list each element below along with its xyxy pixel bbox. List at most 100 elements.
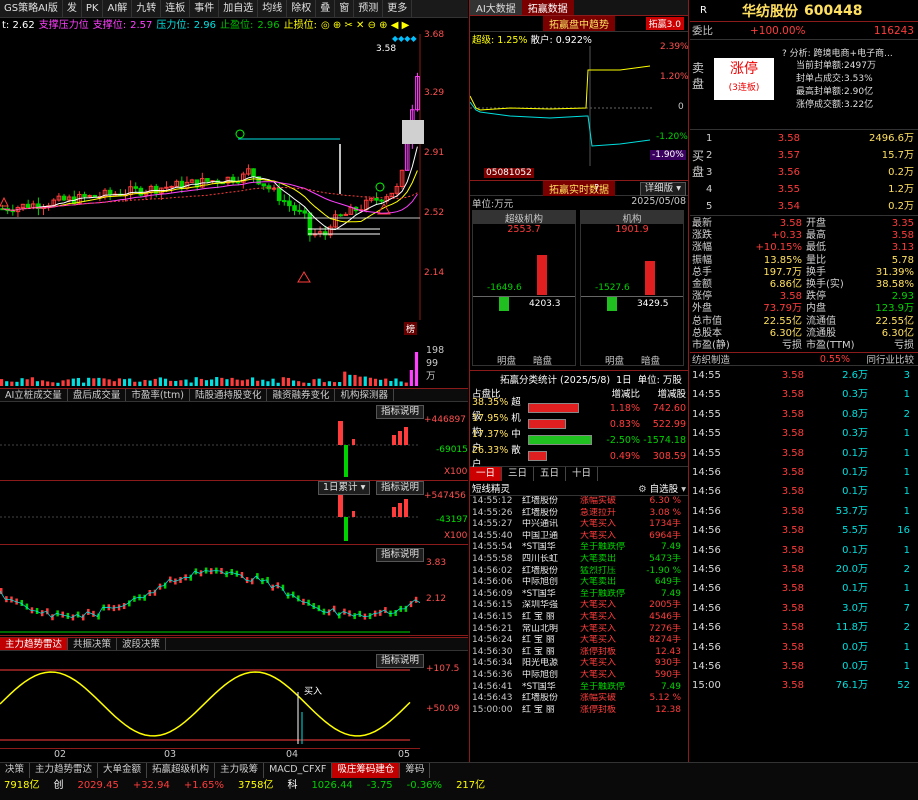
period-tab[interactable]: 三日 [502,467,535,481]
indicator-help-button[interactable]: 指标说明 [376,654,425,668]
indicator-panel-2: 1日累计 ▾ 指标说明 +547456 -43197 X100 [0,481,468,545]
bottom-tab[interactable]: 大单金额 [98,763,148,778]
ticker-row[interactable]: 14:55:58 四川长虹 大笔卖出 5473手 [470,554,688,566]
ticker-row[interactable]: 14:56:24 红 宝 丽 大笔买入 8274手 [470,635,688,647]
toolbar-button[interactable]: 叠 [316,0,336,17]
bottom-tab[interactable]: 筹码 [400,763,431,778]
toolbar-button[interactable]: 除权 [287,0,317,17]
buy-order-row[interactable]: 2 3.57 15.7万 [690,147,918,164]
toolbar-button[interactable]: 预测 [354,0,384,17]
bottom-tab[interactable]: 吸庄筹码建仓 [332,763,401,778]
ticker-stock: *ST国华 [522,588,556,599]
ticker-row[interactable]: 14:56:36 中际旭创 大笔买入 590手 [470,670,688,682]
kline-chart[interactable]: ◆◆◆◆ [0,34,468,320]
period-tab[interactable]: 一日 [470,467,503,481]
buy-orders: 1 3.58 2496.6万 2 3.57 15.7万 3 3.56 0.2万 4 3.55 1.2万… [690,130,918,215]
toolbar-button[interactable]: 加自选 [219,0,259,17]
buy-order-row[interactable]: 5 3.54 0.2万 [690,198,918,215]
radar-tab[interactable]: 波段决策 [117,638,167,650]
dist-title: 拓赢分类统计 (2025/5/8) [500,374,611,386]
buy-order-row[interactable]: 3 3.56 0.2万 [690,164,918,181]
ticker-row[interactable]: 14:56:15 红 宝 丽 大笔买入 4546手 [470,612,688,624]
tick-price: 3.58 [781,447,804,459]
bottom-tab[interactable]: 决策 [0,763,31,778]
ticker-row[interactable]: 14:56:30 红 宝 丽 涨停封板 12.43 [470,647,688,659]
toolbar-button[interactable]: 更多 [383,0,413,17]
volume-bar [245,379,250,386]
help-icon[interactable]: ? [782,49,787,59]
ticker-row[interactable]: 15:00:00 红 宝 丽 涨停封板 12.38 [470,705,688,717]
tick-price: 3.58 [781,505,804,517]
tab-tuoying-data[interactable]: 拓赢数据 [521,0,574,15]
indicator-tab[interactable]: AI立桩成交量 [0,389,68,401]
tab-ai-data[interactable]: AI大数据 [470,0,522,15]
buy-order-row[interactable]: 1 3.58 2496.6万 [690,130,918,147]
wizard-title: 短线精灵 [472,484,511,495]
tick-price: 3.58 [781,428,804,440]
toolbar-button[interactable]: AI解 [103,0,133,17]
tool-icons[interactable]: ◎ ⊕ ✂ ✕ ⊖ ⊕ ◀ ▶ [321,18,409,34]
toolbar-button[interactable]: 事件 [190,0,220,17]
ticker-row[interactable]: 14:56:21 常山北明 大笔买入 7276手 [470,624,688,636]
indicator-help-button[interactable]: 指标说明 [376,405,425,419]
bottom-tab[interactable]: 主力趋势雷达 [30,763,99,778]
indicator-help-button[interactable]: 指标说明 [376,481,425,495]
radar-tab[interactable]: 共振决策 [68,638,118,650]
ticker-row[interactable]: 14:55:27 中兴通讯 大笔买入 1734手 [470,519,688,531]
toolbar-button[interactable]: 发 [63,0,82,17]
toolbar-button[interactable]: PK [82,0,104,17]
bottom-tab[interactable]: 拓赢超级机构 [147,763,216,778]
ticker-row[interactable]: 14:56:34 阳光电源 大笔买入 930手 [470,658,688,670]
ticker-row[interactable]: 14:55:40 中国卫通 大笔买入 6964手 [470,531,688,543]
toolbar-button[interactable]: 连板 [161,0,191,17]
sector-compare[interactable]: 同行业比较 [850,352,918,366]
indicator-tab[interactable]: 市盈率(ttm) [126,389,190,401]
period-tab[interactable]: 十日 [566,467,599,481]
ticker-row[interactable]: 14:56:41 *ST国华 至于触跌停 7.49 [470,682,688,694]
help-icon[interactable]: ? [594,183,599,194]
quote-key: 最新 [692,218,712,229]
indicator-tab[interactable]: 盘后成交量 [68,389,127,401]
toolbar-button[interactable]: 九转 [132,0,162,17]
toolbar-button[interactable]: 均线 [258,0,288,17]
buy-order-row[interactable]: 4 3.55 1.2万 [690,181,918,198]
lit-pool-bar [499,297,509,311]
ticker-row[interactable]: 14:56:15 深圳华强 大笔买入 2005手 [470,600,688,612]
dist-period[interactable]: 1日 [616,372,632,386]
ticker-row[interactable]: 14:56:09 *ST国华 至于触跌停 7.49 [470,589,688,601]
ticker-stock: 红 宝 丽 [522,704,555,715]
volume-bar [46,381,50,386]
tick-time: 14:55 [692,389,721,401]
ticker-row[interactable]: 14:55:26 红墙股份 急速拉升 3.08 % [470,508,688,520]
volume-bar [184,379,188,386]
indicator-tab[interactable]: 陆股通持股变化 [190,389,268,401]
period-tab[interactable]: 五日 [534,467,567,481]
gear-icon[interactable]: ⚙ [638,484,647,495]
detail-version-button[interactable]: 详细版 ▾ [639,182,686,196]
ticker-row[interactable]: 14:55:12 红墙股份 涨幅实破 6.30 % [470,496,688,508]
indicator-tab[interactable]: 融资融券变化 [267,389,336,401]
tick-volume: 0.3万 [842,428,868,440]
toolbar-button[interactable]: GS策略AI版 [0,0,63,17]
indicator-tab[interactable]: 机构探测器 [335,389,394,401]
bottom-tab[interactable]: 主力吸筹 [215,763,265,778]
bottom-tab[interactable]: MACD_CFXF [264,763,333,778]
watchlist-select[interactable]: 自选股 [650,484,679,495]
volume-bar [358,376,362,386]
ticker-value: 12.38 [655,704,681,715]
limit-status: 涨停 [730,61,758,77]
ticker-row[interactable]: 14:56:06 中际旭创 大笔卖出 649手 [470,577,688,589]
ticker-row[interactable]: 14:56:02 红墙股份 猛烈打压 -1.90 % [470,566,688,578]
ticker-row[interactable]: 14:55:54 *ST国华 至于触跌停 7.49 [470,542,688,554]
box-left: 明盘 [497,356,517,367]
zero-line [473,296,575,297]
radar-tab[interactable]: 主力趋势雷达 [0,638,69,650]
wizard-ticker[interactable]: 14:55:12 红墙股份 涨幅实破 6.30 % 14:55:26 红墙股份 急速拉升 3.… [470,496,688,716]
toolbar-button[interactable]: 窗 [335,0,355,17]
ticker-row[interactable]: 14:56:43 红墙股份 涨幅实破 5.12 % [470,693,688,705]
version-badge[interactable]: 拓赢3.0 [645,17,684,30]
accumulate-dropdown[interactable]: 1日累计 ▾ [318,481,371,495]
chevron-down-icon[interactable]: ▾ [681,484,686,495]
market-stat: -0.36% [406,780,443,791]
indicator-help-button[interactable]: 指标说明 [376,548,425,562]
